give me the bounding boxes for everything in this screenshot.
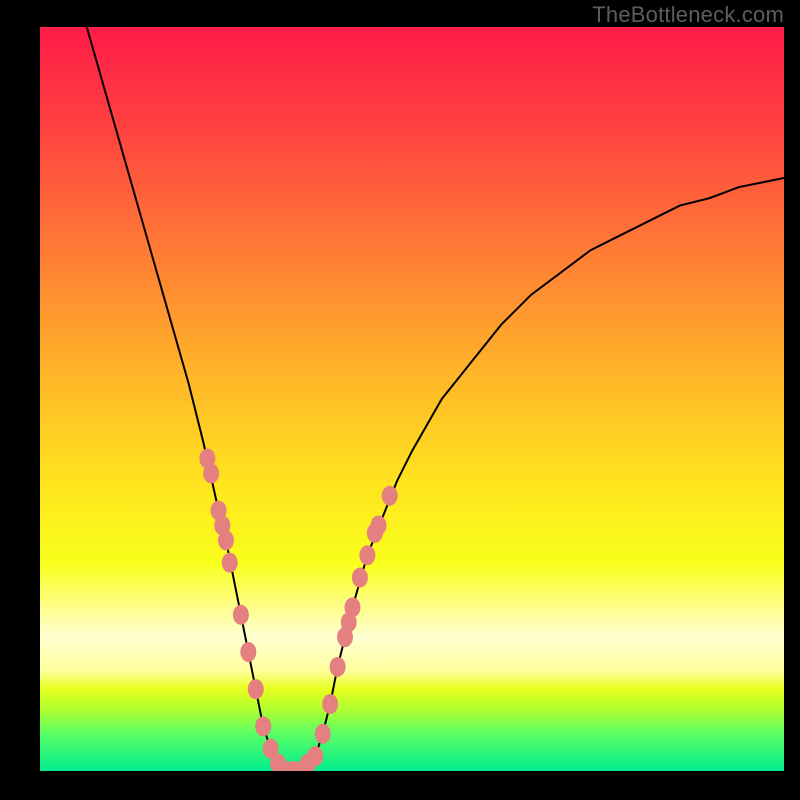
data-marker [371,515,387,535]
data-marker [203,463,219,483]
data-marker [222,553,238,573]
data-markers [199,449,397,771]
watermark-text: TheBottleneck.com [592,2,784,28]
data-marker [248,679,264,699]
data-marker [307,746,323,766]
data-marker [330,657,346,677]
data-marker [359,545,375,565]
data-marker [218,530,234,550]
data-marker [315,724,331,744]
chart-frame: TheBottleneck.com [0,0,800,800]
plot-area [40,27,784,771]
data-marker [382,486,398,506]
bottleneck-curve [40,27,784,771]
data-marker [322,694,338,714]
data-marker [233,605,249,625]
data-marker [240,642,256,662]
data-marker [344,597,360,617]
curve-line [70,27,784,771]
data-marker [352,568,368,588]
data-marker [255,716,271,736]
